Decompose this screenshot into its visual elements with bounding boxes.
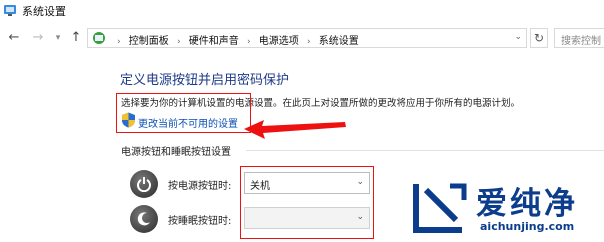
page-title: 定义电源按钮并启用密码保护: [120, 73, 290, 88]
refresh-icon: ↻: [533, 31, 545, 45]
search-input[interactable]: 搜索控制: [554, 28, 604, 48]
chevron-right-icon: ›: [117, 37, 121, 47]
chevron-right-icon: ›: [306, 37, 311, 47]
breadcrumb-item[interactable]: 电源选项: [259, 36, 299, 47]
address-dropdown-chevron-icon[interactable]: ⌄: [514, 32, 522, 42]
annotation-highlight-box: [116, 93, 251, 133]
power-button-icon: [130, 170, 158, 198]
breadcrumb-item[interactable]: 系统设置: [319, 36, 359, 47]
watermark: 爱纯净 aichunjing.com: [410, 176, 604, 242]
control-panel-icon: [93, 32, 105, 44]
sleep-button-label: 按睡眠按钮时:: [168, 216, 232, 227]
back-arrow-icon[interactable]: ←: [6, 29, 22, 47]
chevron-right-icon: ›: [246, 37, 251, 47]
navigation-bar: ← → ▾ ↑ › 控制面板 › 硬件和声音 › 电源选项 › 系统设置 ⌄ ↻…: [0, 24, 604, 52]
title-bar: 系统设置: [0, 0, 604, 22]
refresh-button[interactable]: ↻: [530, 28, 548, 48]
address-bar[interactable]: › 控制面板 › 硬件和声音 › 电源选项 › 系统设置 ⌄: [87, 28, 527, 48]
up-arrow-icon[interactable]: ↑: [68, 29, 84, 47]
section-title: 电源按钮和睡眠按钮设置: [121, 147, 231, 158]
sleep-button-icon: [130, 205, 158, 233]
window-title: 系统设置: [22, 5, 66, 18]
control-panel-icon: [4, 5, 16, 16]
recent-locations-chevron-icon[interactable]: ▾: [50, 29, 66, 47]
watermark-text: 爱纯净: [476, 186, 578, 222]
forward-arrow-icon[interactable]: →: [30, 29, 46, 47]
breadcrumb-item[interactable]: 控制面板: [129, 36, 169, 47]
section-divider: [246, 150, 604, 151]
watermark-logo: [413, 183, 467, 233]
chevron-right-icon: ›: [176, 37, 181, 47]
watermark-url: aichunjing.com: [480, 220, 575, 233]
breadcrumb-item[interactable]: 硬件和声音: [189, 36, 239, 47]
power-button-label: 按电源按钮时:: [168, 181, 232, 192]
annotation-arrow: [244, 120, 346, 139]
annotation-highlight-box: [240, 166, 374, 239]
breadcrumb: › 控制面板 › 硬件和声音 › 电源选项 › 系统设置: [112, 32, 359, 47]
